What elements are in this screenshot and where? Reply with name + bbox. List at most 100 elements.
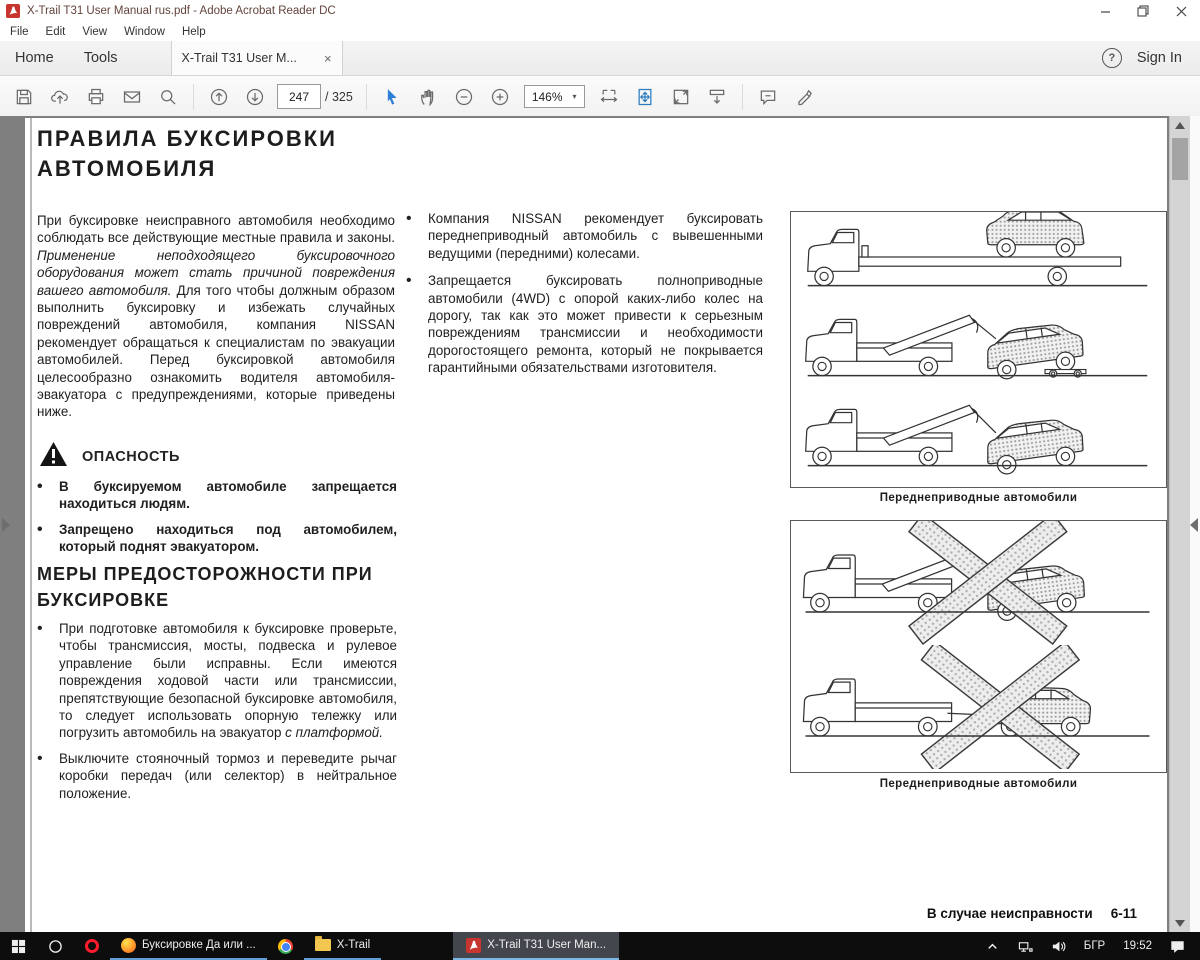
- bullet-icon: [37, 521, 59, 556]
- menu-help[interactable]: Help: [182, 26, 206, 38]
- scrolling-mode-button[interactable]: [699, 82, 735, 112]
- taskbar-item-explorer[interactable]: X-Trail: [304, 932, 381, 960]
- zoom-in-button[interactable]: [482, 82, 518, 112]
- figure-caption-2: Переднеприводные автомобили: [790, 778, 1167, 790]
- page-title: ПРАВИЛА БУКСИРОВКИ АВТОМОБИЛЯ: [37, 124, 337, 184]
- volume-icon[interactable]: [1044, 939, 1073, 954]
- tab-home-label: Home: [15, 50, 54, 66]
- firefox-icon: [121, 938, 136, 953]
- save-button[interactable]: [6, 82, 42, 112]
- next-page-button[interactable]: [237, 82, 273, 112]
- close-button[interactable]: [1162, 0, 1200, 22]
- network-icon[interactable]: [1011, 939, 1040, 954]
- window-controls: [1086, 0, 1200, 22]
- crossed-flat-tow-illustration: [791, 645, 1164, 769]
- precaution-bullet-1-italic: с платформой.: [285, 725, 383, 740]
- intro-text: При буксировке неисправного автомобиля н…: [37, 213, 395, 245]
- warning-triangle-icon: [39, 441, 68, 467]
- recommendation-bullet-1: Компания NISSAN рекомендует буксировать …: [428, 210, 763, 262]
- toolbar-separator: [366, 84, 367, 110]
- start-button[interactable]: [0, 932, 37, 960]
- danger-bullet-list: В буксируемом автомобиле запрещается нах…: [37, 478, 397, 564]
- intro-text-cont: Для того чтобы должным образом выполнить…: [37, 283, 395, 420]
- sign-in-button[interactable]: Sign In: [1137, 50, 1182, 66]
- chevron-down-icon: ▾: [573, 92, 577, 101]
- title-bar: X-Trail T31 User Manual rus.pdf - Adobe …: [0, 0, 1200, 22]
- tow-with-dolly-illustration: [791, 302, 1164, 392]
- cloud-upload-button[interactable]: [42, 82, 78, 112]
- minimize-button[interactable]: [1086, 0, 1124, 22]
- page-footer: В случае неисправности 6-11: [927, 906, 1137, 921]
- pdf-page: ПРАВИЛА БУКСИРОВКИ АВТОМОБИЛЯ При буксир…: [25, 118, 1167, 932]
- opera-taskbar-icon[interactable]: [74, 932, 110, 960]
- danger-title: ОПАСНОСТЬ: [82, 449, 180, 467]
- taskbar-item-firefox[interactable]: Буксировке Да или ...: [110, 932, 267, 960]
- cortana-button[interactable]: [37, 932, 74, 960]
- bullet-icon: [37, 620, 59, 742]
- menu-edit[interactable]: Edit: [46, 26, 66, 38]
- toolbar: / 325 146% ▾: [0, 76, 1200, 118]
- tabbar-right: ? Sign In: [1102, 48, 1200, 68]
- list-item: Запрещается буксировать полноприводные а…: [406, 272, 763, 376]
- tray-chevron-up-icon[interactable]: [978, 939, 1007, 954]
- acrobat-app-icon: [6, 4, 20, 18]
- tab-home[interactable]: Home: [0, 41, 69, 75]
- restore-button[interactable]: [1124, 0, 1162, 22]
- action-center-icon[interactable]: [1163, 939, 1192, 954]
- taskbar-item-label: Буксировке Да или ...: [142, 939, 256, 951]
- tab-tools[interactable]: Tools: [69, 41, 133, 75]
- precaution-bullet-2: Выключите стояночный тормоз и переведите…: [59, 750, 397, 802]
- danger-header: ОПАСНОСТЬ: [39, 441, 180, 467]
- taskbar-item-label: X-Trail: [337, 939, 370, 951]
- precaution-bullet-1: При подготовке автомобиля к буксировке п…: [59, 621, 397, 740]
- zoom-level-select[interactable]: 146% ▾: [524, 85, 585, 108]
- fit-width-button[interactable]: [591, 82, 627, 112]
- comment-tool-button[interactable]: [750, 82, 786, 112]
- language-label: БГР: [1084, 940, 1105, 952]
- fullscreen-button[interactable]: [663, 82, 699, 112]
- search-icon[interactable]: [150, 82, 186, 112]
- menu-window[interactable]: Window: [124, 26, 165, 38]
- right-pane-expand-icon[interactable]: [1190, 518, 1198, 532]
- menu-view[interactable]: View: [82, 26, 107, 38]
- scrollbar-thumb[interactable]: [1172, 138, 1188, 180]
- menu-file[interactable]: File: [10, 26, 29, 38]
- clock[interactable]: 19:52: [1116, 940, 1159, 952]
- taskbar-item-label: X-Trail T31 User Man...: [487, 939, 606, 951]
- help-icon[interactable]: ?: [1102, 48, 1122, 68]
- left-pane-expand-icon[interactable]: [2, 518, 10, 532]
- menu-bar: File Edit View Window Help: [0, 22, 1200, 41]
- list-item: В буксируемом автомобиле запрещается нах…: [37, 478, 397, 513]
- select-tool-button[interactable]: [374, 82, 410, 112]
- window-title: X-Trail T31 User Manual rus.pdf - Adobe …: [27, 5, 336, 17]
- page-total-label: / 325: [325, 90, 353, 104]
- taskbar-item-acrobat-active[interactable]: X-Trail T31 User Man...: [453, 932, 619, 960]
- vertical-scrollbar[interactable]: [1169, 116, 1190, 932]
- scroll-up-arrow[interactable]: [1170, 116, 1190, 134]
- figure-caption-1: Переднеприводные автомобили: [790, 492, 1167, 504]
- tab-close-icon[interactable]: ×: [324, 51, 332, 66]
- towing-forbidden-figure: [790, 520, 1167, 773]
- precautions-heading-line1: МЕРЫ ПРЕДОСТОРОЖНОСТИ ПРИ: [37, 561, 373, 587]
- danger-bullet-1: В буксируемом автомобиле запрещается нах…: [59, 478, 397, 513]
- previous-page-button[interactable]: [201, 82, 237, 112]
- scroll-down-arrow[interactable]: [1170, 914, 1190, 932]
- document-viewport[interactable]: ПРАВИЛА БУКСИРОВКИ АВТОМОБИЛЯ При буксир…: [0, 116, 1200, 932]
- toolbar-separator: [742, 84, 743, 110]
- fit-page-button[interactable]: [627, 82, 663, 112]
- email-button[interactable]: [114, 82, 150, 112]
- highlight-tool-button[interactable]: [786, 82, 822, 112]
- time-label: 19:52: [1123, 940, 1152, 952]
- footer-page-number: 6-11: [1111, 906, 1137, 921]
- hand-tool-button[interactable]: [410, 82, 446, 112]
- towing-allowed-figure: [790, 211, 1167, 488]
- keyboard-language-indicator[interactable]: БГР: [1077, 940, 1112, 952]
- precautions-heading: МЕРЫ ПРЕДОСТОРОЖНОСТИ ПРИ БУКСИРОВКЕ: [37, 561, 373, 613]
- zoom-out-button[interactable]: [446, 82, 482, 112]
- list-item: При подготовке автомобиля к буксировке п…: [37, 620, 397, 742]
- flatbed-tow-illustration: [791, 212, 1164, 302]
- print-button[interactable]: [78, 82, 114, 112]
- tab-document[interactable]: X-Trail T31 User M... ×: [171, 41, 343, 75]
- chrome-taskbar-icon[interactable]: [267, 932, 304, 960]
- page-number-input[interactable]: [277, 84, 321, 109]
